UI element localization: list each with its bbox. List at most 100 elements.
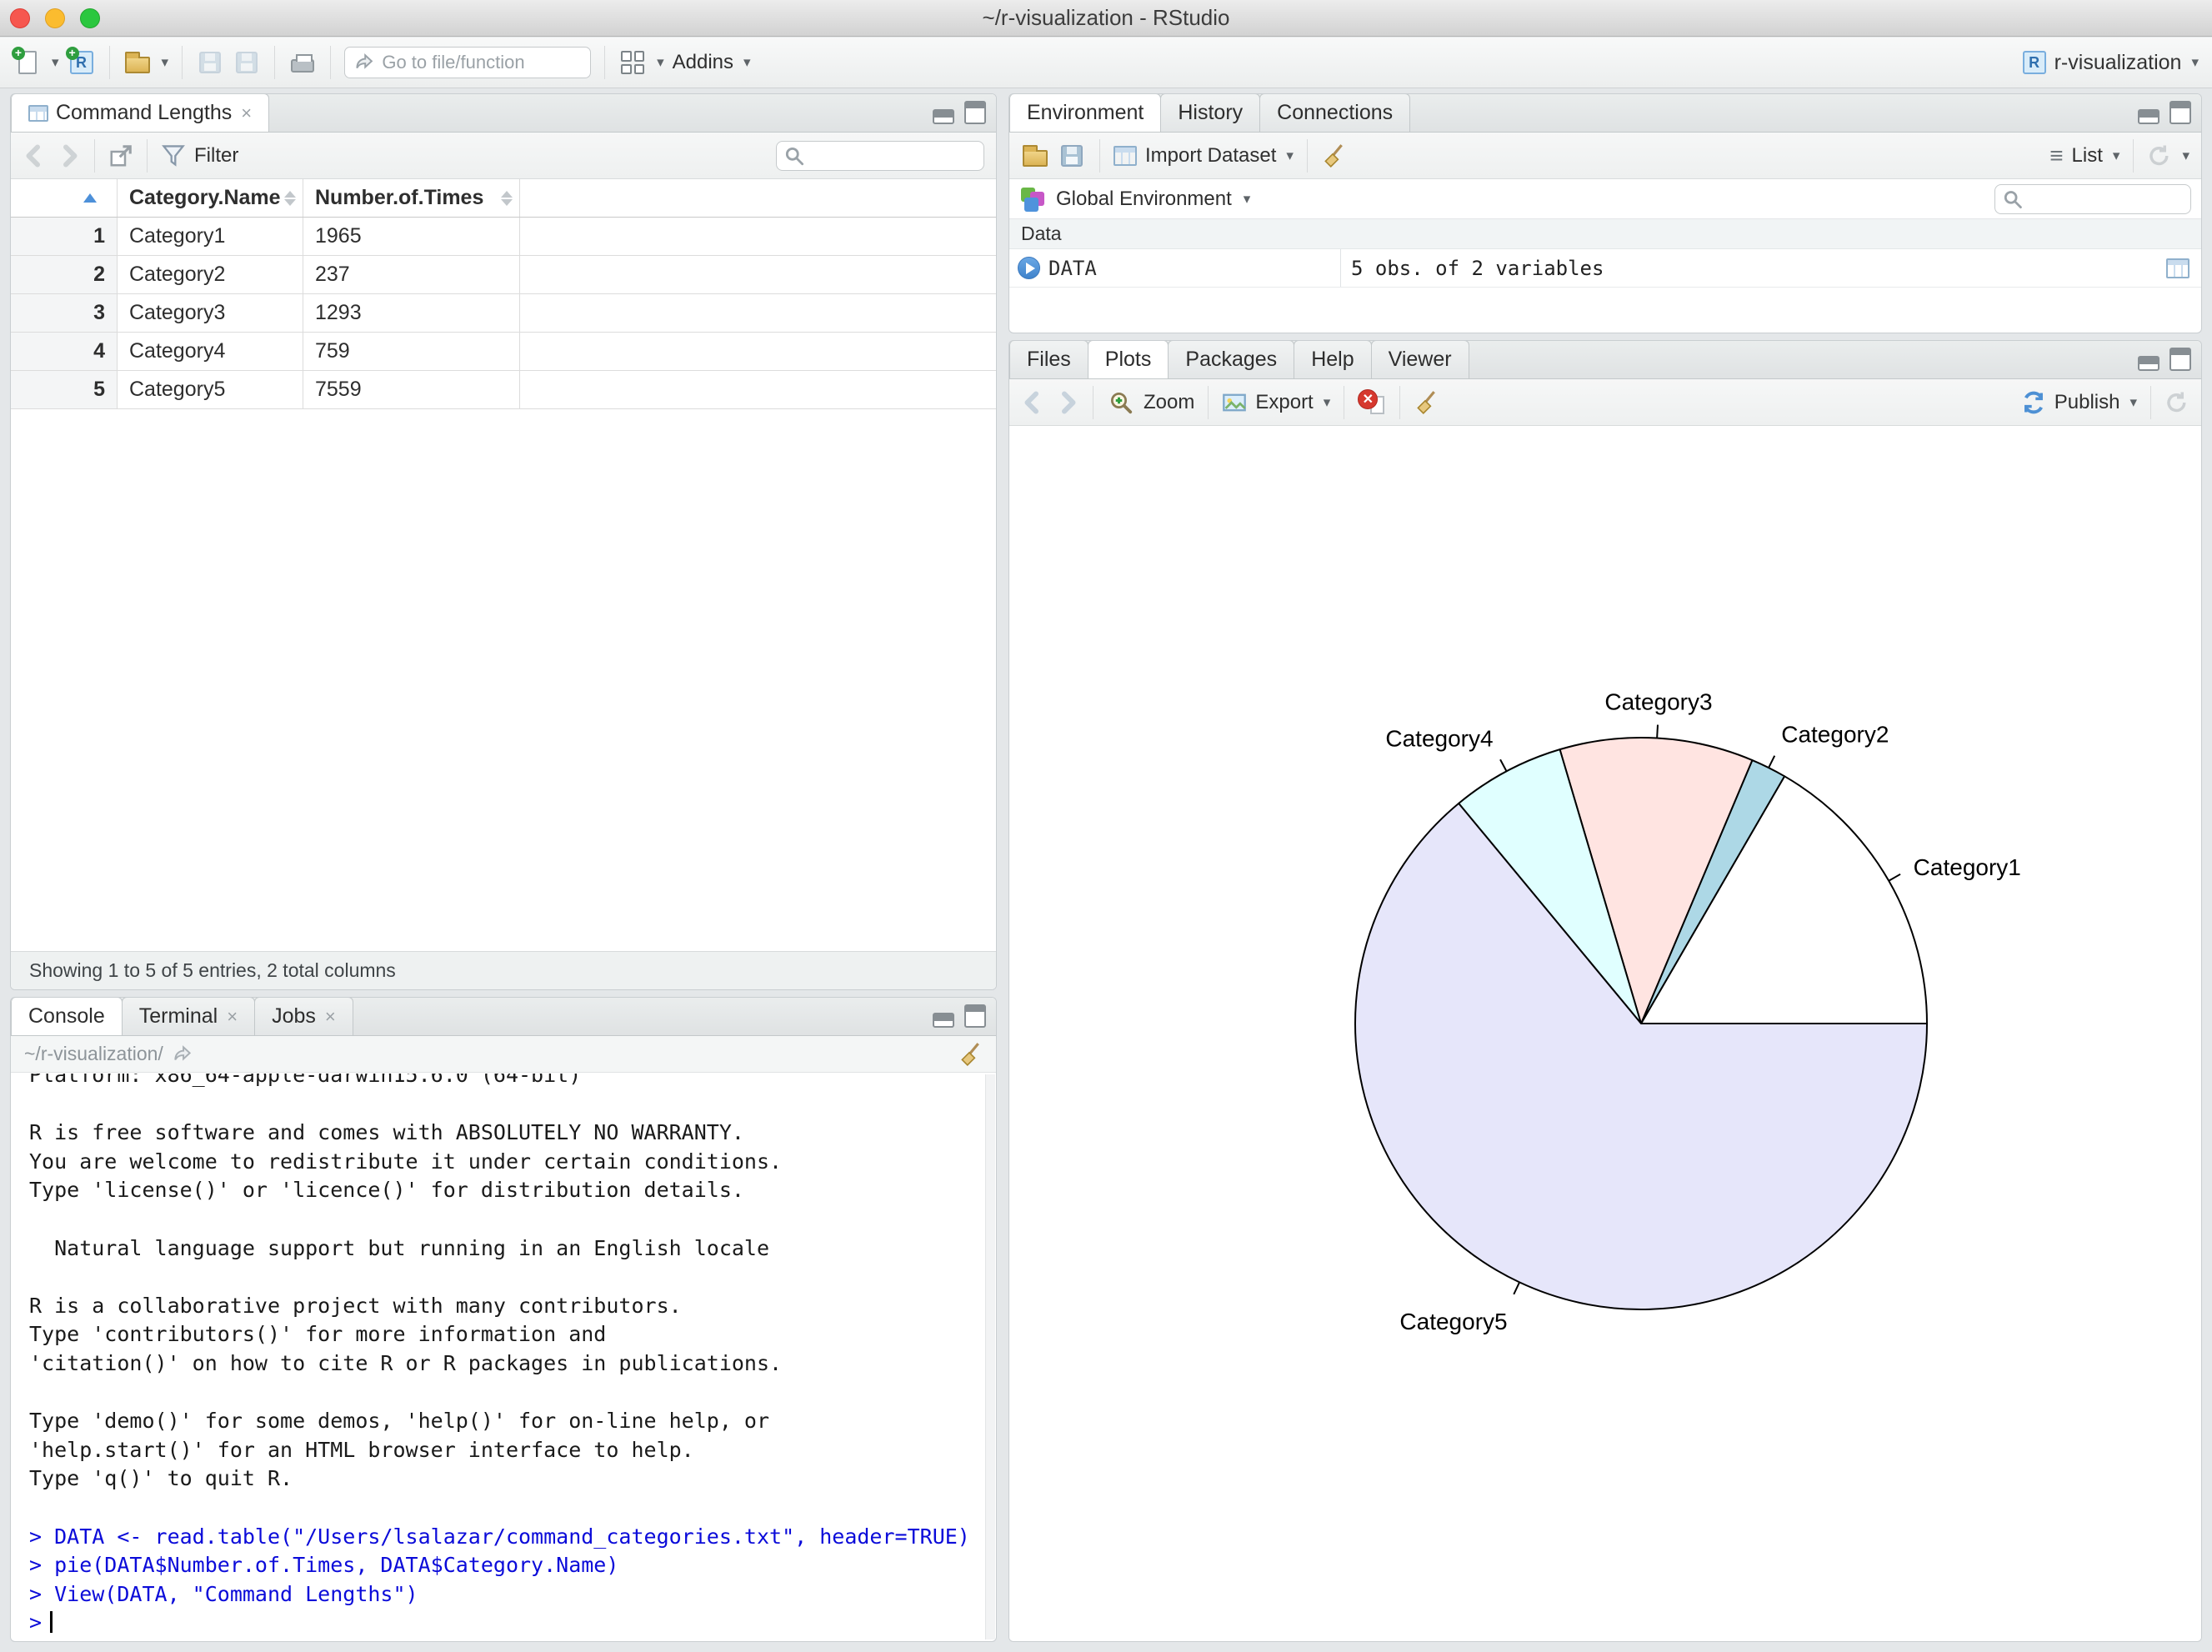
export-image-icon[interactable] (1222, 390, 1247, 415)
project-name: r-visualization (2054, 50, 2182, 74)
import-dataset-icon[interactable] (1114, 145, 1137, 166)
table-header-row: Category.Name Number.of.Times (11, 179, 996, 218)
project-menu-button[interactable]: R r-visualization ▾ (2022, 50, 2199, 75)
save-workspace-icon[interactable] (1058, 142, 1086, 170)
export-button[interactable]: Export (1255, 391, 1313, 414)
addins-caret-icon[interactable]: ▾ (743, 54, 751, 71)
pane-layout-icon[interactable] (618, 48, 647, 77)
row-number-header[interactable] (11, 179, 118, 217)
import-dataset-caret-icon[interactable]: ▾ (1286, 148, 1294, 164)
tab-jobs[interactable]: Jobs × (254, 998, 353, 1035)
filter-funnel-icon[interactable] (161, 143, 186, 168)
tab-environment[interactable]: Environment (1009, 94, 1162, 132)
view-data-grid-icon[interactable] (2166, 258, 2189, 278)
tab-connections[interactable]: Connections (1259, 94, 1411, 132)
goto-file-function-box[interactable] (344, 47, 592, 78)
close-window-button[interactable] (10, 8, 30, 28)
working-directory: ~/r-visualization/ (24, 1043, 163, 1064)
next-plot-icon[interactable] (1054, 390, 1079, 415)
new-project-icon[interactable]: R + (65, 47, 96, 77)
environment-search-input[interactable] (2028, 188, 2184, 210)
back-icon[interactable] (23, 143, 48, 168)
list-view-icon[interactable]: ≡ (2049, 143, 2063, 168)
pane-minimize-button[interactable] (2138, 356, 2159, 371)
refresh-caret-icon[interactable]: ▾ (2182, 148, 2189, 164)
minimize-window-button[interactable] (45, 8, 65, 28)
table-row[interactable]: 1 Category1 1965 (11, 218, 996, 256)
publish-button[interactable]: Publish (2054, 391, 2120, 414)
table-row[interactable]: 5 Category5 7559 (11, 371, 996, 409)
row-number: 1 (11, 218, 118, 255)
zoom-window-button[interactable] (80, 8, 100, 28)
console-output[interactable]: Platform: x86_64-apple-darwin15.6.0 (64-… (11, 1074, 984, 1641)
close-tab-icon[interactable]: × (241, 103, 252, 124)
open-file-icon[interactable] (123, 48, 152, 77)
column-header-category-name[interactable]: Category.Name (118, 179, 303, 217)
table-row[interactable]: 2 Category2 237 (11, 256, 996, 294)
tab-help[interactable]: Help (1294, 341, 1372, 378)
save-icon[interactable] (196, 48, 224, 77)
pane-minimize-button[interactable] (933, 109, 954, 124)
tab-history[interactable]: History (1160, 94, 1261, 132)
environment-pane: Environment History Connections Import D… (1008, 93, 2202, 333)
filter-button[interactable]: Filter (194, 144, 238, 168)
addins-button[interactable]: Addins (673, 51, 733, 74)
environment-search-box[interactable] (1994, 183, 2191, 214)
load-workspace-icon[interactable] (1021, 142, 1049, 170)
tab-terminal[interactable]: Terminal × (121, 998, 256, 1035)
pane-maximize-button[interactable] (964, 1004, 986, 1028)
print-icon[interactable] (288, 48, 317, 77)
pane-maximize-button[interactable] (964, 101, 986, 124)
pane-maximize-button[interactable] (2169, 101, 2191, 124)
goto-file-function-input[interactable] (382, 52, 583, 73)
table-row[interactable]: 3 Category3 1293 (11, 294, 996, 333)
tab-plots[interactable]: Plots (1087, 341, 1169, 378)
tab-packages[interactable]: Packages (1168, 341, 1295, 378)
open-recent-caret-icon[interactable]: ▾ (162, 54, 169, 71)
environment-scope-caret-icon[interactable]: ▾ (1244, 191, 1251, 208)
console-line-output: Natural language support but running in … (29, 1235, 770, 1260)
forward-icon[interactable] (56, 143, 81, 168)
console-line-output: R is free software and comes with ABSOLU… (29, 1120, 744, 1145)
console-line-output: Type 'contributors()' for more informati… (29, 1322, 607, 1347)
refresh-icon[interactable] (2147, 143, 2172, 168)
expand-object-icon[interactable] (1018, 257, 1040, 279)
tab-viewer[interactable]: Viewer (1370, 341, 1469, 378)
clear-environment-broom-icon[interactable] (1321, 143, 1346, 168)
tab-files[interactable]: Files (1009, 341, 1088, 378)
pane-layout-caret-icon[interactable]: ▾ (657, 54, 664, 71)
environment-scope-button[interactable]: Global Environment (1056, 188, 1232, 211)
pane-maximize-button[interactable] (2169, 348, 2191, 371)
clear-console-broom-icon[interactable] (958, 1042, 983, 1067)
open-in-files-icon[interactable] (172, 1044, 193, 1065)
remove-plot-icon[interactable]: ✕ (1358, 388, 1386, 416)
environment-object-row[interactable]: DATA 5 obs. of 2 variables (1009, 249, 2201, 288)
export-caret-icon[interactable]: ▾ (1324, 394, 1331, 411)
column-header-number-of-times[interactable]: Number.of.Times (303, 179, 520, 217)
data-viewer-search-box[interactable] (776, 140, 984, 171)
publish-caret-icon[interactable]: ▾ (2129, 394, 2137, 411)
console-scrollbar[interactable] (985, 1074, 995, 1639)
refresh-plot-icon[interactable] (2164, 390, 2189, 415)
popout-window-icon[interactable] (108, 143, 133, 168)
data-viewer-search-input[interactable] (809, 144, 977, 167)
new-file-caret-icon[interactable]: ▾ (52, 54, 59, 71)
table-row[interactable]: 4 Category4 759 (11, 333, 996, 371)
close-tab-icon[interactable]: × (227, 1006, 238, 1028)
pane-minimize-button[interactable] (2138, 109, 2159, 124)
plots-tabbar: Files Plots Packages Help Viewer (1009, 341, 2201, 379)
pane-minimize-button[interactable] (933, 1013, 954, 1028)
close-tab-icon[interactable]: × (325, 1006, 336, 1028)
environment-toolbar: Import Dataset ▾ ≡ List ▾ ▾ (1009, 133, 2201, 179)
zoom-button[interactable]: Zoom (1144, 391, 1194, 414)
clear-all-plots-broom-icon[interactable] (1414, 390, 1439, 415)
zoom-plot-icon[interactable] (1107, 388, 1135, 417)
tab-console[interactable]: Console (11, 998, 123, 1035)
previous-plot-icon[interactable] (1021, 390, 1046, 415)
list-view-caret-icon[interactable]: ▾ (2113, 148, 2120, 164)
save-all-icon[interactable] (233, 48, 261, 77)
tab-command-lengths[interactable]: Command Lengths × (11, 94, 270, 132)
new-file-icon[interactable]: + (12, 47, 42, 77)
import-dataset-button[interactable]: Import Dataset (1145, 144, 1276, 168)
list-view-button[interactable]: List (2072, 144, 2103, 168)
